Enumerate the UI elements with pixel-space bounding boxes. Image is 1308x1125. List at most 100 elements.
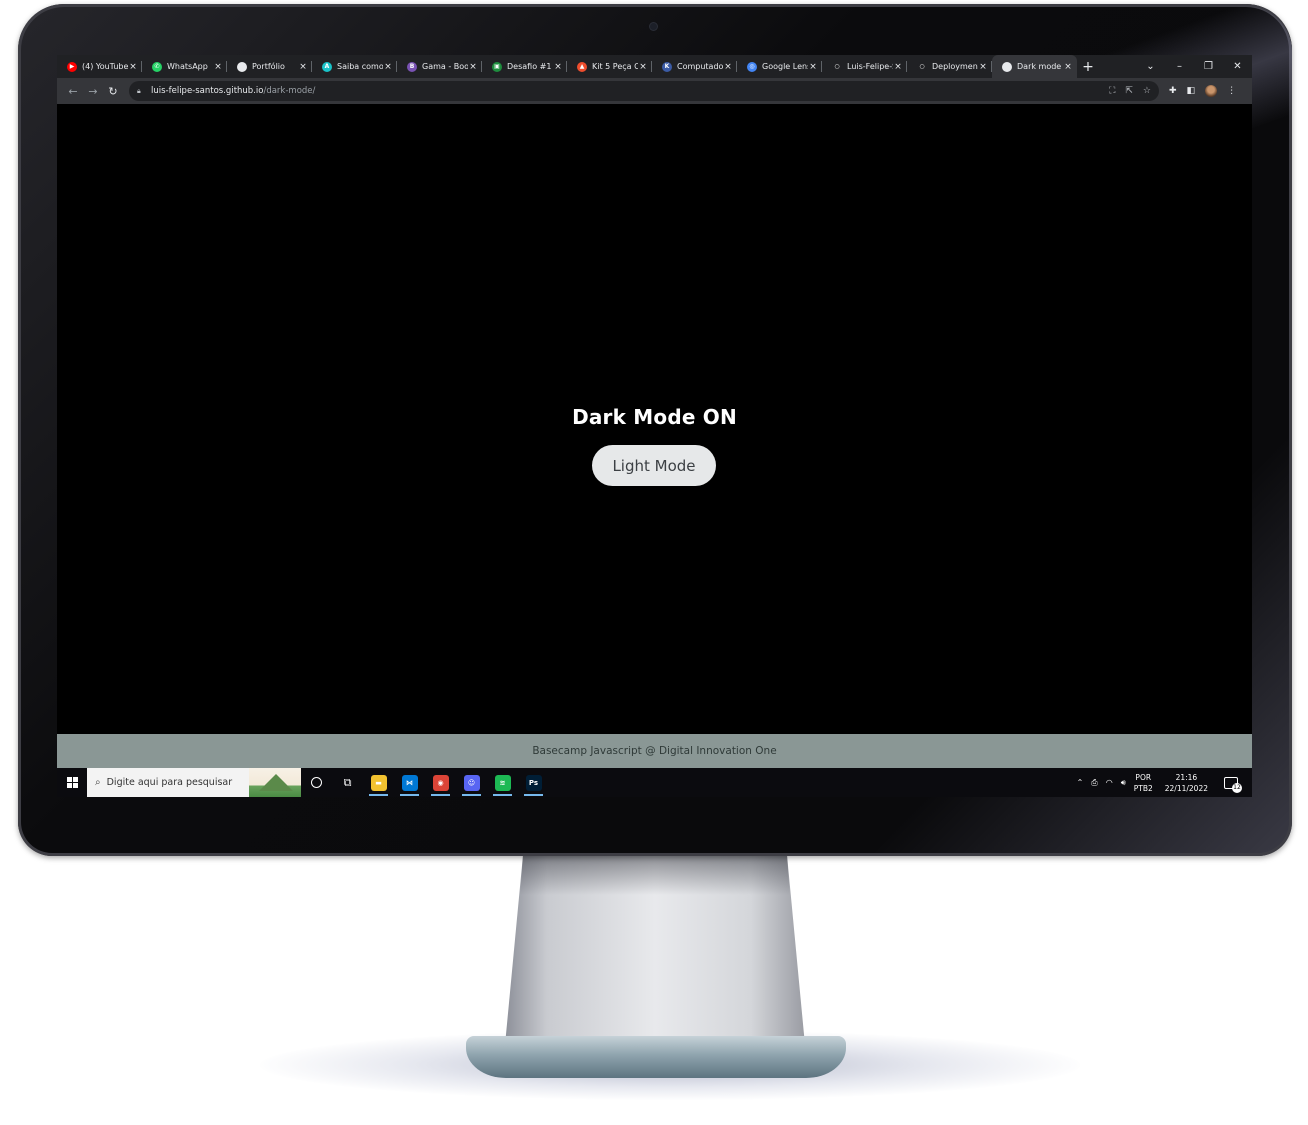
pinned-apps: ▬ ⋈ ◉ ☺ ≋ Ps	[363, 768, 549, 797]
store-icon: K	[662, 61, 672, 72]
tab-title: Kit 5 Peça Ca	[592, 62, 638, 71]
bookmark-star-icon[interactable]: ☆	[1143, 86, 1151, 96]
url-host: luis-felipe-santos.github.io	[151, 86, 264, 96]
browser-tab[interactable]: ✆ WhatsApp ×	[142, 55, 227, 78]
tab-title: Computador	[677, 62, 723, 71]
volume-icon[interactable]: 🔊︎	[1121, 778, 1126, 788]
tab-close-icon[interactable]: ×	[723, 62, 733, 72]
spotify-icon: ≋	[494, 774, 511, 791]
github-icon: ○	[917, 61, 927, 72]
google-lens-icon: ◎	[747, 61, 757, 72]
tab-title: WhatsApp	[167, 62, 208, 71]
shopping-bag-icon: ▲	[577, 61, 587, 72]
tab-title: Google Lens	[762, 62, 808, 71]
profile-avatar[interactable]	[1205, 85, 1218, 97]
windows-taskbar: ⌕ Digite aqui para pesquisar ⧉ ▬ ⋈ ◉ ☺ ≋ Ps ⌃…	[57, 768, 1252, 797]
wifi-icon[interactable]: ◠	[1106, 778, 1113, 787]
notification-center-icon[interactable]: 12	[1224, 776, 1242, 793]
tab-close-icon[interactable]: ×	[553, 62, 563, 72]
taskbar-app-button[interactable]: ☺	[456, 768, 487, 797]
language-indicator[interactable]: POR PTB2	[1134, 772, 1153, 794]
browser-tab[interactable]: ○ Luis-Felipe-S ×	[822, 55, 907, 78]
bootstrap-icon: B	[407, 61, 417, 72]
tab-close-icon[interactable]: ×	[383, 62, 393, 72]
menu-kebab-icon[interactable]: ⋮	[1227, 86, 1236, 96]
extensions-icon[interactable]: ✚	[1169, 86, 1177, 96]
taskbar-app-button[interactable]: ▬	[363, 768, 394, 797]
taskbar-search-box[interactable]: ⌕ Digite aqui para pesquisar	[87, 768, 301, 797]
globe-icon	[237, 61, 247, 72]
tab-title: Portfólio	[252, 62, 285, 71]
photoshop-icon: Ps	[525, 774, 542, 791]
browser-tab[interactable]: ◎ Google Lens ×	[737, 55, 822, 78]
tab-close-icon[interactable]: ×	[468, 62, 478, 72]
cortana-button[interactable]	[301, 768, 332, 797]
lock-icon[interactable]: 🔒︎	[137, 87, 145, 96]
address-bar[interactable]: 🔒︎ luis-felipe-santos.github.io/dark-mod…	[129, 81, 1159, 101]
webcam	[650, 23, 657, 30]
stand-shade	[520, 855, 790, 895]
tab-close-icon[interactable]: ×	[978, 62, 988, 72]
taskbar-app-button[interactable]: ⋈	[394, 768, 425, 797]
close-window-button[interactable]: ✕	[1223, 61, 1252, 72]
tab-title: Luis-Felipe-S	[847, 62, 893, 71]
restore-button[interactable]: ❐	[1194, 61, 1223, 72]
page-content: Dark Mode ON Light Mode	[57, 104, 1252, 734]
clock-date: 22/11/2022	[1164, 783, 1208, 793]
browser-tab[interactable]: A Saiba como c×	[312, 55, 397, 78]
browser-tab[interactable]: ○ Deployment ×	[907, 55, 992, 78]
tab-close-icon[interactable]: ×	[298, 62, 308, 72]
translate-icon[interactable]: ⛶	[1109, 86, 1115, 96]
url-path: /dark-mode/	[263, 86, 316, 96]
tab-close-icon[interactable]: ×	[893, 62, 903, 72]
monitor-mockup: ▶ (4) YouTube × ✆ WhatsApp × Portfólio × A Saiba …	[0, 0, 1308, 1125]
browser-tab[interactable]: ▣ Desafio #1 ×	[482, 55, 567, 78]
omnibox-actions: ⛶ ⇱ ☆	[1109, 86, 1151, 96]
search-highlight-illustration	[249, 768, 301, 797]
whatsapp-icon: ✆	[152, 61, 162, 72]
light-mode-button[interactable]: Light Mode	[592, 445, 716, 486]
forward-button[interactable]: →	[83, 85, 103, 98]
back-button[interactable]: ←	[63, 85, 83, 98]
browser-tab[interactable]: Portfólio ×	[227, 55, 312, 78]
task-view-icon: ⧉	[343, 775, 352, 789]
tab-close-icon[interactable]: ×	[213, 62, 223, 72]
tab-search-icon[interactable]: ⌄	[1136, 61, 1165, 72]
browser-tab[interactable]: ▶ (4) YouTube ×	[57, 55, 142, 78]
tab-title: Deployment	[932, 62, 978, 71]
show-hidden-icons-chevron-icon[interactable]: ⌃	[1077, 778, 1084, 787]
taskbar-app-button[interactable]: ◉	[425, 768, 456, 797]
tab-close-icon[interactable]: ×	[1063, 62, 1073, 72]
globe-icon	[1002, 61, 1012, 72]
github-icon: ○	[832, 61, 842, 72]
cortana-icon	[311, 777, 322, 788]
taskbar-app-button[interactable]: ≋	[487, 768, 518, 797]
search-icon: ⌕	[95, 777, 101, 788]
classroom-icon: ▣	[492, 61, 502, 72]
tab-close-icon[interactable]: ×	[128, 62, 138, 72]
windows-logo-icon	[66, 777, 78, 788]
task-view-button[interactable]: ⧉	[332, 768, 363, 797]
start-button[interactable]	[57, 768, 87, 797]
browser-tab[interactable]: K Computador ×	[652, 55, 737, 78]
taskbar-app-button[interactable]: Ps	[518, 768, 549, 797]
vscode-icon: ⋈	[401, 774, 418, 791]
monitor-base	[466, 1036, 846, 1078]
clock-time: 21:16	[1175, 772, 1198, 782]
new-tab-button[interactable]: +	[1077, 59, 1099, 75]
chrome-icon: ◉	[432, 774, 449, 791]
tab-close-icon[interactable]: ×	[808, 62, 818, 72]
window-controls: ⌄ – ❐ ✕	[1136, 55, 1252, 78]
minimize-button[interactable]: –	[1165, 61, 1194, 72]
page-title: Dark Mode ON	[572, 405, 737, 429]
toolbar-actions: ✚ ◧ ⋮	[1169, 85, 1236, 97]
reload-button[interactable]: ↻	[103, 85, 123, 98]
tab-close-icon[interactable]: ×	[638, 62, 648, 72]
browser-tab[interactable]: ▲ Kit 5 Peça Ca×	[567, 55, 652, 78]
browser-tab[interactable]: Dark mode ar×	[992, 55, 1077, 78]
clock[interactable]: 21:16 22/11/2022	[1165, 772, 1208, 794]
meet-now-icon[interactable]: ⎙	[1091, 778, 1097, 788]
side-panel-icon[interactable]: ◧	[1187, 86, 1196, 96]
share-icon[interactable]: ⇱	[1125, 86, 1133, 96]
browser-tab[interactable]: B Gama - Bootc×	[397, 55, 482, 78]
